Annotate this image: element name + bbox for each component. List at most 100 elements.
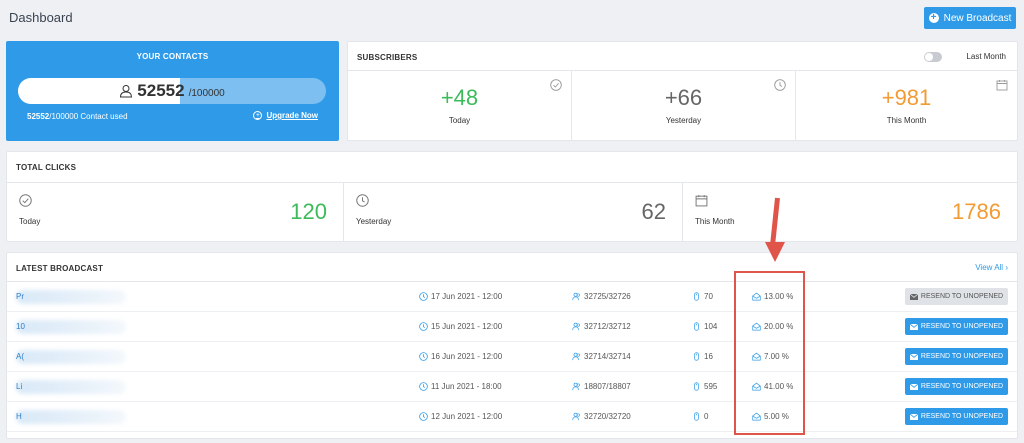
broadcast-recipients: 18807/18807 bbox=[572, 382, 631, 391]
contacts-used-count: 52552 bbox=[27, 112, 50, 121]
clicks-yesterday-label: Yesterday bbox=[356, 217, 392, 226]
mouse-icon bbox=[694, 292, 699, 301]
broadcast-name-link[interactable]: 10 bbox=[16, 320, 126, 334]
resend-to-unopened-button[interactable]: RESEND TO UNOPENED bbox=[905, 378, 1008, 395]
envelope-icon bbox=[909, 383, 918, 390]
upgrade-now-link[interactable]: + Upgrade Now bbox=[253, 111, 318, 120]
envelope-icon bbox=[909, 353, 918, 360]
envelope-icon bbox=[909, 293, 918, 300]
subscribers-today-label: Today bbox=[448, 116, 471, 125]
users-icon bbox=[572, 412, 580, 421]
resend-to-unopened-button[interactable]: RESEND TO UNOPENED bbox=[905, 288, 1008, 305]
clicks-yesterday-value: 62 bbox=[641, 199, 666, 224]
mouse-icon bbox=[694, 352, 699, 361]
redacted-name-blur bbox=[16, 410, 126, 424]
resend-label: RESEND TO UNOPENED bbox=[920, 353, 1004, 360]
redacted-name-blur bbox=[16, 350, 126, 364]
resend-to-unopened-button[interactable]: RESEND TO UNOPENED bbox=[905, 408, 1008, 425]
resend-to-unopened-button[interactable]: RESEND TO UNOPENED bbox=[905, 318, 1008, 335]
view-all-link[interactable]: View All › bbox=[975, 263, 1008, 272]
check-circle-icon bbox=[19, 194, 32, 207]
subscribers-yesterday: +66 Yesterday bbox=[572, 71, 796, 141]
broadcast-row: Pr 17 Jun 2021 - 12:00 32725/32726 70 13… bbox=[7, 282, 1017, 312]
resend-label: RESEND TO UNOPENED bbox=[920, 293, 1004, 300]
clicks-today: Today 120 bbox=[7, 183, 344, 242]
broadcast-date-text: 12 Jun 2021 - 12:00 bbox=[431, 412, 503, 421]
clicks-this-month: This Month 1786 bbox=[683, 183, 1017, 242]
broadcast-name: H bbox=[16, 412, 22, 421]
contacts-total: /100000 bbox=[188, 88, 225, 99]
user-icon bbox=[120, 85, 133, 98]
mouse-icon bbox=[694, 382, 699, 391]
last-month-toggle[interactable] bbox=[924, 52, 942, 62]
broadcast-date-text: 11 Jun 2021 - 18:00 bbox=[431, 382, 502, 391]
new-broadcast-label: New Broadcast bbox=[943, 12, 1012, 24]
subscribers-month-label: This Month bbox=[886, 116, 927, 125]
broadcast-clicks: 16 bbox=[692, 352, 713, 361]
subscribers-this-month: +981 This Month bbox=[796, 71, 1017, 141]
users-icon bbox=[572, 292, 580, 301]
broadcast-name-link[interactable]: A( bbox=[16, 350, 126, 364]
broadcast-clicks-text: 595 bbox=[704, 382, 718, 391]
broadcast-recipients-text: 32712/32712 bbox=[584, 322, 631, 331]
view-all-label: View All bbox=[975, 263, 1004, 272]
clicks-today-value: 120 bbox=[290, 199, 327, 224]
clicks-yesterday: Yesterday 62 bbox=[344, 183, 683, 242]
contacts-used-text: 52552/100000 Contact used bbox=[27, 112, 128, 121]
broadcast-clicks: 104 bbox=[692, 322, 717, 331]
envelope-icon bbox=[909, 413, 918, 420]
broadcast-date: 16 Jun 2021 - 12:00 bbox=[419, 352, 502, 361]
subscribers-yesterday-value: +66 bbox=[664, 85, 703, 110]
broadcast-row: A( 16 Jun 2021 - 12:00 32714/32714 16 7.… bbox=[7, 342, 1017, 372]
subscribers-yesterday-label: Yesterday bbox=[665, 116, 702, 125]
page-title: Dashboard bbox=[9, 10, 73, 25]
broadcast-name-link[interactable]: H bbox=[16, 410, 126, 424]
clock-icon bbox=[419, 292, 428, 301]
upgrade-label: Upgrade Now bbox=[266, 111, 318, 120]
total-clicks-title: TOTAL CLICKS bbox=[16, 163, 77, 172]
clock-icon bbox=[419, 412, 428, 421]
broadcast-date-text: 16 Jun 2021 - 12:00 bbox=[431, 352, 503, 361]
resend-to-unopened-button[interactable]: RESEND TO UNOPENED bbox=[905, 348, 1008, 365]
users-icon bbox=[572, 322, 580, 331]
broadcast-name-link[interactable]: Li bbox=[16, 380, 126, 394]
last-month-label: Last Month bbox=[966, 52, 1006, 61]
users-icon bbox=[572, 382, 580, 391]
clicks-month-label: This Month bbox=[695, 217, 735, 226]
broadcast-recipients-text: 32720/32720 bbox=[584, 412, 631, 421]
contacts-progress-bar: 52552 /100000 bbox=[18, 78, 326, 104]
latest-broadcast-panel: LATEST BROADCAST View All › Pr 17 Jun 20… bbox=[6, 252, 1018, 439]
latest-broadcast-title: LATEST BROADCAST bbox=[16, 264, 104, 273]
broadcast-date: 11 Jun 2021 - 18:00 bbox=[419, 382, 502, 391]
calendar-icon bbox=[695, 195, 708, 207]
broadcast-clicks-text: 104 bbox=[704, 322, 718, 331]
subscribers-title: SUBSCRIBERS bbox=[357, 53, 418, 62]
clicks-today-label: Today bbox=[19, 217, 41, 226]
broadcast-recipients-text: 32714/32714 bbox=[584, 352, 631, 361]
top-bar: Dashboard + New Broadcast bbox=[0, 0, 1024, 36]
subscribers-today-value: +48 bbox=[440, 85, 479, 110]
chevron-right-icon: › bbox=[1005, 263, 1008, 272]
broadcast-name-link[interactable]: Pr bbox=[16, 290, 126, 304]
clicks-month-value: 1786 bbox=[952, 199, 1001, 224]
broadcast-clicks-text: 16 bbox=[704, 352, 713, 361]
plus-circle-icon: + bbox=[928, 13, 939, 23]
clock-icon bbox=[419, 382, 428, 391]
broadcast-clicks-text: 70 bbox=[704, 292, 713, 301]
broadcast-name: Li bbox=[16, 382, 23, 391]
broadcast-name: 10 bbox=[16, 322, 25, 331]
redacted-name-blur bbox=[16, 380, 126, 394]
broadcast-name: A( bbox=[16, 352, 24, 361]
broadcast-clicks: 70 bbox=[692, 292, 713, 301]
clock-icon bbox=[419, 352, 428, 361]
contacts-card: YOUR CONTACTS 52552 /100000 52552/100000… bbox=[6, 41, 339, 141]
broadcast-date: 12 Jun 2021 - 12:00 bbox=[419, 412, 502, 421]
subscribers-month-value: +981 bbox=[881, 85, 932, 110]
broadcast-clicks-text: 0 bbox=[704, 412, 709, 421]
users-icon bbox=[572, 352, 580, 361]
broadcast-row: 10 15 Jun 2021 - 12:00 32712/32712 104 2… bbox=[7, 312, 1017, 342]
broadcast-date-text: 17 Jun 2021 - 12:00 bbox=[431, 292, 503, 301]
contacts-used-suffix: /100000 Contact used bbox=[49, 112, 128, 121]
new-broadcast-button[interactable]: + New Broadcast bbox=[924, 7, 1016, 29]
redacted-name-blur bbox=[16, 290, 126, 304]
